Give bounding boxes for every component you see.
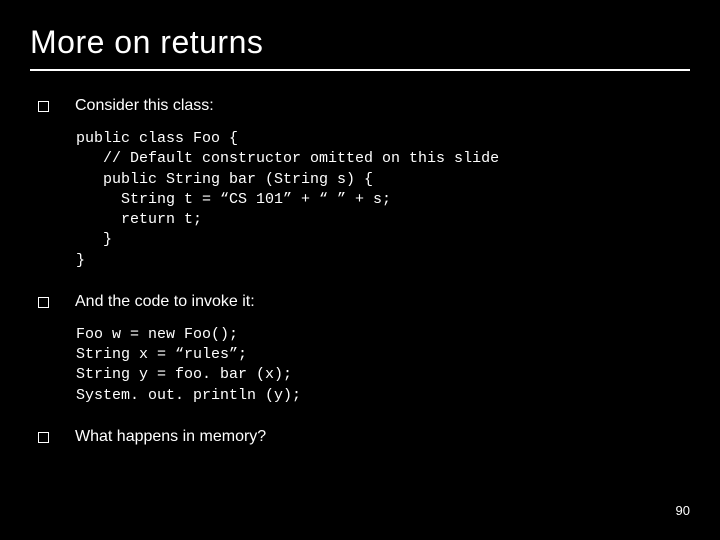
bullet-marker-icon [38,432,49,443]
code-block-2: Foo w = new Foo(); String x = “rules”; S… [30,325,690,406]
bullet-text: And the code to invoke it: [75,293,255,311]
page-number: 90 [676,503,690,518]
bullet-text: What happens in memory? [75,428,266,446]
code-block-1: public class Foo { // Default constructo… [30,129,690,271]
slide: More on returns Consider this class: pub… [0,0,720,540]
bullet-item: And the code to invoke it: [30,293,690,311]
bullet-text: Consider this class: [75,97,214,115]
bullet-marker-icon [38,101,49,112]
bullet-marker-icon [38,297,49,308]
slide-title: More on returns [30,24,690,71]
bullet-item: What happens in memory? [30,428,690,446]
bullet-item: Consider this class: [30,97,690,115]
